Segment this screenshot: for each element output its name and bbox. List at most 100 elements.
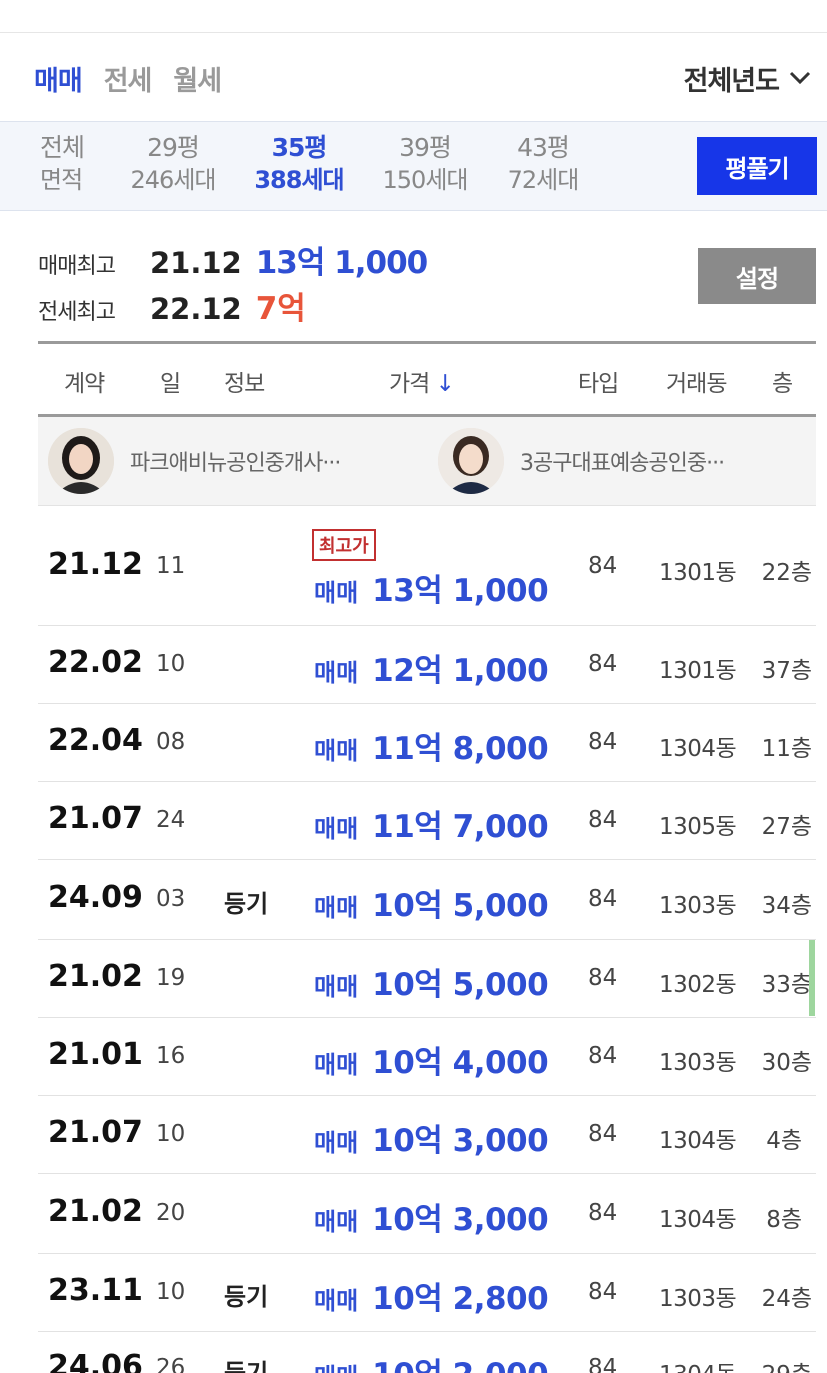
top-divider xyxy=(0,32,827,33)
row-dong: 1304동 xyxy=(659,736,737,762)
table-row[interactable]: 21.12 11 최고가 매매 13억 1,000 84 1301동 22층 xyxy=(38,507,816,626)
tab-jeonse[interactable]: 전세 xyxy=(104,59,153,98)
table-row[interactable]: 21.02 19 매매 10억 5,000 84 1302동 33층 xyxy=(38,939,816,1018)
row-type: 84 xyxy=(588,1043,618,1069)
row-date: 24.06 xyxy=(48,1349,143,1373)
jeonse-high-summary: 전세최고 22.12 7억 xyxy=(38,283,306,328)
row-day: 16 xyxy=(156,1043,186,1069)
area-households: 면적 xyxy=(40,166,83,194)
row-type: 84 xyxy=(588,651,618,677)
sale-high-date: 21.12 xyxy=(150,246,242,280)
table-row[interactable]: 24.09 03 등기 매매 10억 5,000 84 1303동 34층 xyxy=(38,859,816,940)
row-type: 84 xyxy=(588,1200,618,1226)
jeonse-high-label: 전세최고 xyxy=(38,300,116,325)
row-date: 24.09 xyxy=(48,880,143,915)
row-floor: 33층 xyxy=(761,972,812,998)
row-day: 10 xyxy=(156,651,186,677)
column-header-floor[interactable]: 층 xyxy=(772,364,793,398)
row-floor: 27층 xyxy=(761,814,812,840)
agent-strip: 파크애비뉴공인중개사··· 3공구대표예송공인중··· xyxy=(38,417,816,506)
row-amount: 10억 3,000 xyxy=(372,1202,549,1238)
row-price: 매매 10억 5,000 xyxy=(314,959,549,1004)
row-trade-kind: 매매 xyxy=(314,1363,358,1373)
area-households: 72세대 xyxy=(507,166,580,194)
row-amount: 10억 3,000 xyxy=(372,1123,549,1159)
row-price: 매매 11억 8,000 xyxy=(314,723,549,768)
row-trade-kind: 매매 xyxy=(314,1051,359,1079)
column-header-day[interactable]: 일 xyxy=(160,364,181,398)
row-floor: 4층 xyxy=(766,1128,802,1154)
row-type: 84 xyxy=(588,1121,618,1147)
row-price: 매매 13억 1,000 xyxy=(314,565,549,610)
row-dong: 1304동 xyxy=(659,1128,737,1154)
row-floor: 22층 xyxy=(761,560,812,586)
table-row[interactable]: 22.04 08 매매 11억 8,000 84 1304동 11층 xyxy=(38,703,816,782)
row-trade-kind: 매매 xyxy=(314,579,359,607)
expand-pyeong-button[interactable]: 평풀기 xyxy=(697,137,817,195)
row-dong: 1302동 xyxy=(659,972,737,998)
agent-name: 파크애비뉴공인중개사··· xyxy=(130,451,341,476)
year-filter-dropdown[interactable]: 전체년도 xyxy=(684,58,811,98)
settings-button[interactable]: 설정 xyxy=(698,248,816,304)
tab-monthly-rent[interactable]: 월세 xyxy=(173,59,222,98)
agent-card[interactable]: 파크애비뉴공인중개사··· xyxy=(48,428,341,494)
area-option-29[interactable]: 29평 246세대 xyxy=(118,132,228,196)
row-price: 매매 12억 1,000 xyxy=(314,645,549,690)
area-size: 전체 xyxy=(40,133,85,162)
column-header-type[interactable]: 타입 xyxy=(578,364,619,398)
table-row[interactable]: 23.11 10 등기 매매 10억 2,800 84 1303동 24층 xyxy=(38,1253,816,1332)
row-floor: 11층 xyxy=(761,736,812,762)
table-header: 계약 일 정보 가격 ↓ 타입 거래동 층 xyxy=(38,341,816,417)
table-row[interactable]: 21.02 20 매매 10억 3,000 84 1304동 8층 xyxy=(38,1173,816,1254)
row-dong: 1303동 xyxy=(659,1286,737,1312)
row-date: 22.02 xyxy=(48,645,143,680)
row-trade-kind: 매매 xyxy=(314,659,359,687)
year-filter-label: 전체년도 xyxy=(683,65,780,97)
area-option-35[interactable]: 35평 388세대 xyxy=(244,132,354,196)
row-floor: 8층 xyxy=(766,1207,802,1233)
column-header-dong[interactable]: 거래동 xyxy=(666,364,727,398)
row-date: 21.07 xyxy=(48,1115,143,1150)
row-floor: 34층 xyxy=(761,893,812,919)
area-size: 29평 xyxy=(147,133,200,162)
column-header-info[interactable]: 정보 xyxy=(224,364,265,398)
row-date: 21.07 xyxy=(48,801,143,836)
area-size: 35평 xyxy=(271,133,328,162)
table-row[interactable]: 21.07 10 매매 10억 3,000 84 1304동 4층 xyxy=(38,1095,816,1174)
row-amount: 12억 1,000 xyxy=(372,653,549,689)
row-day: 08 xyxy=(156,729,186,755)
column-header-contract[interactable]: 계약 xyxy=(64,364,105,398)
table-row[interactable]: 22.02 10 매매 12억 1,000 84 1301동 37층 xyxy=(38,625,816,704)
chevron-down-icon xyxy=(789,71,811,85)
row-type: 84 xyxy=(588,729,618,755)
row-type: 84 xyxy=(588,1355,618,1373)
area-option-all[interactable]: 전체 면적 xyxy=(40,132,110,196)
row-day: 10 xyxy=(156,1121,186,1147)
area-option-43[interactable]: 43평 72세대 xyxy=(488,132,598,196)
agent-card[interactable]: 3공구대표예송공인중··· xyxy=(438,428,725,494)
row-trade-kind: 매매 xyxy=(314,894,359,922)
area-households: 388세대 xyxy=(254,166,344,194)
table-row[interactable]: 21.01 16 매매 10억 4,000 84 1303동 30층 xyxy=(38,1017,816,1096)
highest-price-badge: 최고가 xyxy=(312,529,376,561)
tab-sale[interactable]: 매매 xyxy=(34,59,83,98)
column-header-price[interactable]: 가격 ↓ xyxy=(389,364,455,398)
table-row[interactable]: 24.06 26 등기 매매 10억 2,000 84 1304동 29층 xyxy=(38,1331,816,1373)
row-type: 84 xyxy=(588,965,618,991)
jeonse-high-date: 22.12 xyxy=(150,292,242,326)
table-row[interactable]: 21.07 24 매매 11억 7,000 84 1305동 27층 xyxy=(38,781,816,860)
area-size: 43평 xyxy=(517,133,570,162)
row-date: 21.02 xyxy=(48,959,143,994)
price-header-label: 가격 xyxy=(389,371,430,397)
sort-down-arrow-icon: ↓ xyxy=(435,371,455,397)
scrollbar-indicator[interactable] xyxy=(809,940,815,1016)
row-floor: 30층 xyxy=(761,1050,812,1076)
row-info-registered: 등기 xyxy=(224,1359,269,1373)
row-day: 20 xyxy=(156,1200,186,1226)
row-trade-kind: 매매 xyxy=(314,737,359,765)
row-date: 21.02 xyxy=(48,1194,143,1229)
row-price: 매매 10억 3,000 xyxy=(314,1194,549,1239)
agent-avatar xyxy=(48,428,114,494)
row-price: 매매 11억 7,000 xyxy=(314,801,549,846)
area-option-39[interactable]: 39평 150세대 xyxy=(370,132,480,196)
